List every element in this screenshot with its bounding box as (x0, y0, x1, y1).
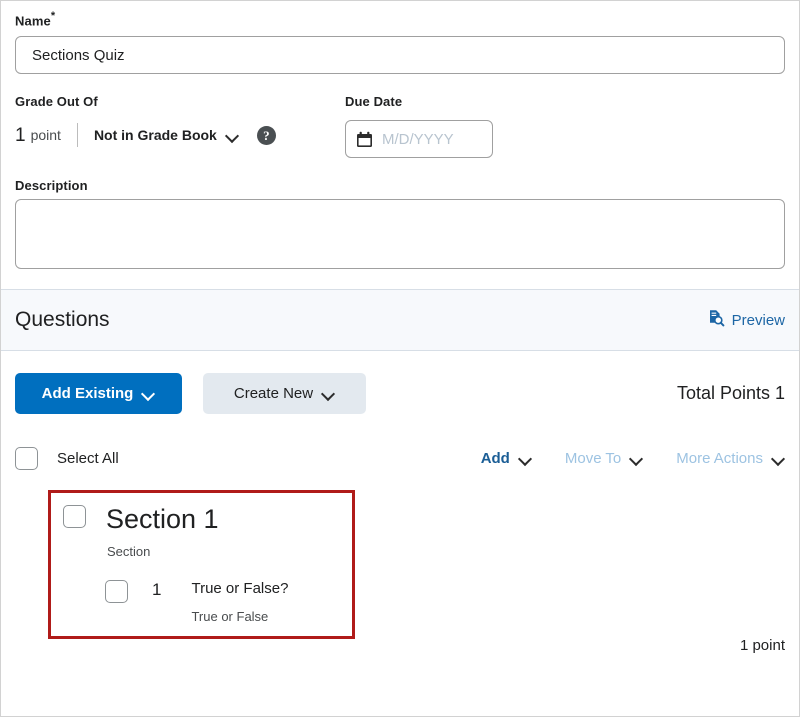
name-label-row: Name* (15, 1, 785, 30)
move-to-menu-label: Move To (564, 450, 622, 468)
help-icon[interactable]: ? (256, 125, 276, 145)
add-existing-label: Add Existing (41, 385, 134, 403)
vertical-divider (76, 123, 78, 148)
preview-button[interactable]: Preview (707, 309, 785, 331)
question-type: True or False (191, 609, 269, 625)
section-checkbox[interactable] (63, 505, 86, 529)
grade-points-unit: point (30, 127, 61, 144)
due-date-placeholder: M/D/YYYY (382, 130, 454, 148)
questions-title: Questions (15, 308, 110, 332)
grade-book-dropdown-label: Not in Grade Book (93, 127, 217, 144)
question-checkbox[interactable] (105, 580, 128, 604)
question-toolbar: Add Existing Create New Total Points 1 (1, 351, 799, 415)
more-actions-menu[interactable]: More Actions (676, 450, 785, 467)
quiz-properties-form: Name* Sections Quiz Grade Out Of 1 point… (1, 1, 799, 270)
quiz-name-input[interactable]: Sections Quiz (15, 36, 785, 75)
description-label: Description (15, 178, 88, 194)
question-number: 1 (152, 580, 162, 600)
bulk-action-menus: Add Move To More Actions (448, 450, 785, 467)
grade-out-of-group: Grade Out Of 1 point Not in Grade Book ? (15, 94, 345, 158)
create-new-button[interactable]: Create New (203, 373, 366, 415)
preview-icon (707, 309, 725, 331)
required-asterisk: * (50, 10, 56, 22)
preview-label: Preview (731, 311, 785, 329)
section-card-highlight: Section 1 Section 1 True or False? True … (48, 490, 355, 640)
more-actions-menu-label: More Actions (676, 450, 763, 468)
section-title[interactable]: Section 1 (106, 506, 219, 533)
chevron-down-icon (322, 387, 335, 400)
question-points: 1 point (739, 637, 785, 654)
questions-header-band: Questions Preview (1, 289, 799, 352)
add-menu-label: Add (480, 450, 510, 468)
section-header: Section 1 (51, 505, 352, 533)
chevron-down-icon (142, 387, 155, 400)
due-date-group: Due Date M/D/YYYY (345, 94, 785, 159)
question-title[interactable]: True or False? (191, 580, 288, 598)
chevron-down-icon (519, 452, 532, 465)
select-all-checkbox[interactable] (15, 447, 38, 471)
total-points-label: Total Points 1 (676, 383, 785, 404)
name-label: Name (15, 13, 51, 29)
question-text-group: True or False? True or False (191, 580, 288, 624)
add-existing-button[interactable]: Add Existing (15, 373, 182, 415)
create-new-label: Create New (233, 385, 314, 403)
grade-points-value[interactable]: 1 (15, 126, 26, 145)
grade-and-due-row: Grade Out Of 1 point Not in Grade Book ?… (15, 94, 785, 159)
chevron-down-icon (630, 452, 643, 465)
quiz-name-value: Sections Quiz (32, 46, 125, 64)
list-controls-row: Select All Add Move To More Actions (1, 447, 799, 471)
due-date-label: Due Date (345, 94, 403, 110)
description-textarea[interactable] (15, 199, 785, 270)
question-row: 1 True or False? True or False (51, 580, 352, 624)
section-subtitle: Section (107, 544, 151, 560)
add-menu[interactable]: Add (481, 450, 532, 467)
chevron-down-icon (226, 129, 239, 142)
grade-book-dropdown[interactable]: Not in Grade Book (94, 127, 239, 143)
calendar-icon (356, 131, 373, 148)
chevron-down-icon (772, 452, 785, 465)
due-date-input[interactable]: M/D/YYYY (345, 120, 493, 159)
select-all-label: Select All (57, 450, 119, 468)
grade-out-of-controls: 1 point Not in Grade Book ? (15, 120, 345, 150)
quiz-editor-page: Name* Sections Quiz Grade Out Of 1 point… (0, 0, 800, 717)
grade-out-of-label: Grade Out Of (15, 94, 98, 110)
move-to-menu[interactable]: Move To (565, 450, 643, 467)
